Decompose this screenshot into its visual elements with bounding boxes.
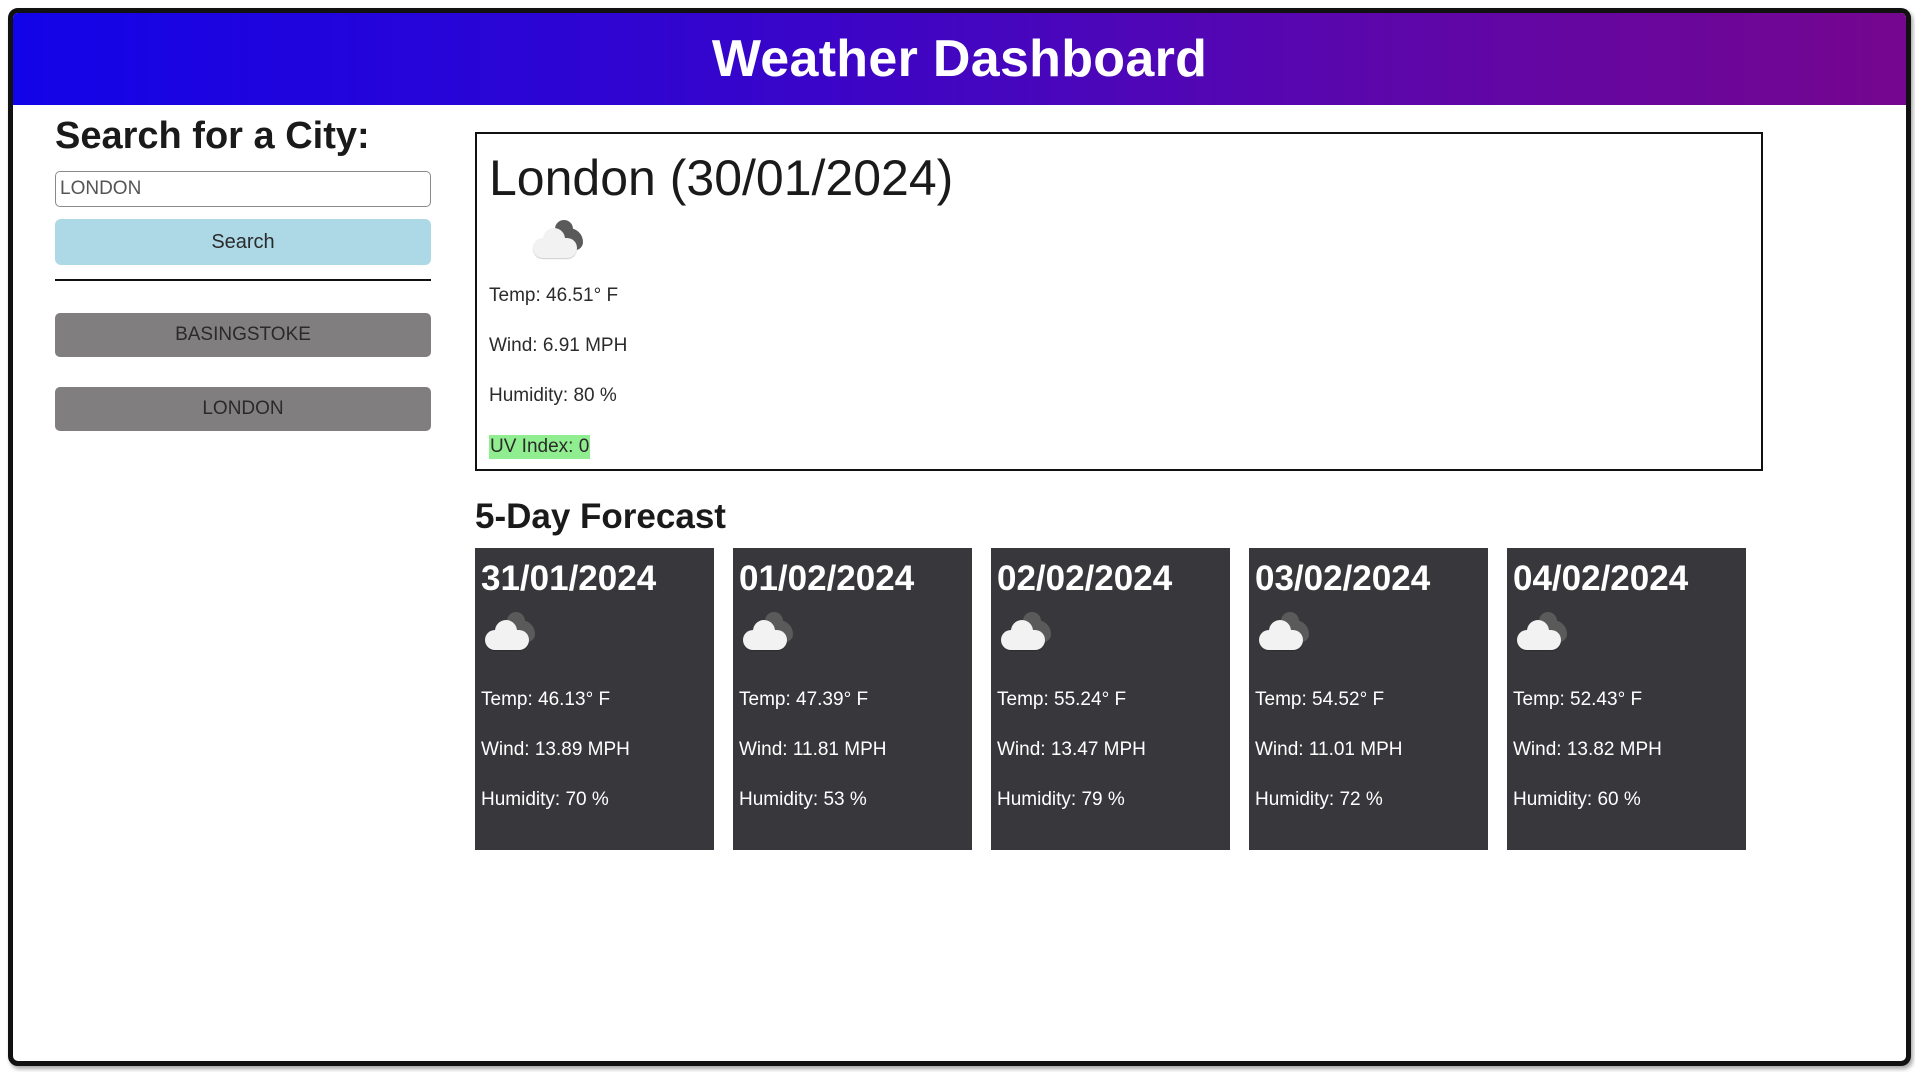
forecast-wind: Wind: 11.01 MPH	[1255, 739, 1403, 760]
forecast-wind: Wind: 11.81 MPH	[739, 739, 887, 760]
current-humidity: Humidity: 80 %	[489, 385, 617, 406]
app-window: Weather Dashboard Search for a City: Sea…	[8, 8, 1911, 1066]
forecast-humidity: Humidity: 72 %	[1255, 789, 1383, 810]
forecast-heading: 5-Day Forecast	[475, 497, 726, 536]
current-weather-panel: London (30/01/2024) Temp: 46.51° F Wind:…	[475, 132, 1763, 471]
search-sidebar: Search for a City: Search BASINGSTOKE LO…	[55, 113, 431, 431]
forecast-date: 31/01/2024	[481, 559, 657, 598]
cloud-icon	[1259, 612, 1315, 654]
forecast-wind: Wind: 13.47 MPH	[997, 739, 1146, 760]
forecast-cards: 31/01/2024 Temp: 46.13° F Wind: 13.89 MP…	[475, 548, 1746, 850]
sidebar-divider	[55, 279, 431, 281]
page-title: Weather Dashboard	[711, 30, 1208, 88]
cloud-icon	[533, 220, 589, 262]
forecast-card: 02/02/2024 Temp: 55.24° F Wind: 13.47 MP…	[991, 548, 1230, 850]
forecast-date: 01/02/2024	[739, 559, 915, 598]
forecast-temp: Temp: 46.13° F	[481, 689, 611, 710]
forecast-card: 01/02/2024 Temp: 47.39° F Wind: 11.81 MP…	[733, 548, 972, 850]
cloud-icon	[485, 612, 541, 654]
search-heading: Search for a City:	[55, 115, 370, 157]
search-button[interactable]: Search	[55, 219, 431, 265]
forecast-wind: Wind: 13.89 MPH	[481, 739, 630, 760]
forecast-card: 31/01/2024 Temp: 46.13° F Wind: 13.89 MP…	[475, 548, 714, 850]
history-button-basingstoke[interactable]: BASINGSTOKE	[55, 313, 431, 357]
history-button-london[interactable]: LONDON	[55, 387, 431, 431]
cloud-icon	[1001, 612, 1057, 654]
forecast-humidity: Humidity: 70 %	[481, 789, 609, 810]
forecast-date: 03/02/2024	[1255, 559, 1431, 598]
forecast-wind: Wind: 13.82 MPH	[1513, 739, 1662, 760]
forecast-humidity: Humidity: 60 %	[1513, 789, 1641, 810]
header-bar: Weather Dashboard	[13, 13, 1906, 105]
uv-index-badge: UV Index: 0	[489, 435, 591, 459]
forecast-card: 03/02/2024 Temp: 54.52° F Wind: 11.01 MP…	[1249, 548, 1488, 850]
forecast-date: 04/02/2024	[1513, 559, 1689, 598]
forecast-humidity: Humidity: 53 %	[739, 789, 867, 810]
forecast-temp: Temp: 54.52° F	[1255, 689, 1385, 710]
city-search-input[interactable]	[55, 171, 431, 207]
current-temp: Temp: 46.51° F	[489, 285, 619, 306]
current-city-title: London (30/01/2024)	[489, 150, 954, 206]
cloud-icon	[743, 612, 799, 654]
cloud-icon	[1517, 612, 1573, 654]
forecast-card: 04/02/2024 Temp: 52.43° F Wind: 13.82 MP…	[1507, 548, 1746, 850]
forecast-temp: Temp: 47.39° F	[739, 689, 869, 710]
forecast-date: 02/02/2024	[997, 559, 1173, 598]
forecast-temp: Temp: 55.24° F	[997, 689, 1127, 710]
forecast-humidity: Humidity: 79 %	[997, 789, 1125, 810]
current-wind: Wind: 6.91 MPH	[489, 335, 628, 356]
forecast-temp: Temp: 52.43° F	[1513, 689, 1643, 710]
